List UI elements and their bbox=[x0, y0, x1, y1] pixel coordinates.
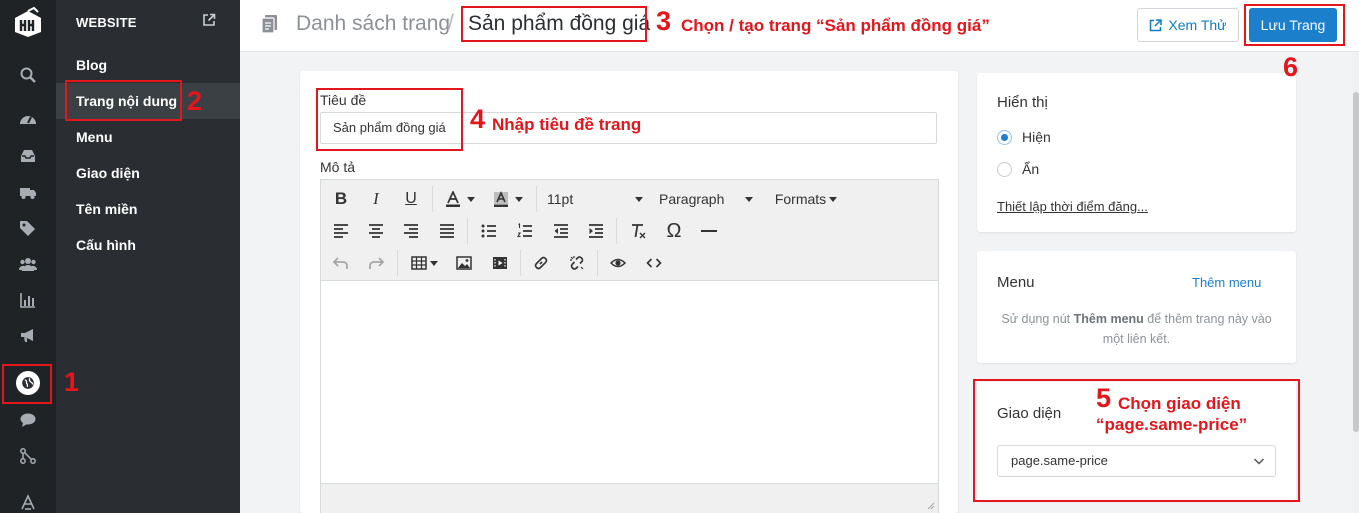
numbered-list-icon[interactable] bbox=[513, 218, 537, 244]
image-icon[interactable] bbox=[452, 250, 476, 276]
annotation-number-4: 4 bbox=[470, 104, 486, 134]
annotation-number-5: 5 bbox=[1096, 383, 1112, 413]
annotation-box-4 bbox=[316, 88, 463, 151]
megaphone-icon[interactable] bbox=[15, 323, 41, 347]
annotation-number-1: 1 bbox=[64, 367, 80, 397]
inbox-icon[interactable] bbox=[15, 144, 41, 168]
block-format-select[interactable]: Paragraph bbox=[659, 186, 753, 212]
radio-hide-label[interactable]: Ẩn bbox=[1022, 161, 1039, 177]
clear-formatting-icon[interactable] bbox=[626, 218, 650, 244]
horizontal-rule-icon[interactable] bbox=[697, 218, 721, 244]
annotation-box-2 bbox=[65, 80, 182, 121]
link-icon[interactable] bbox=[529, 250, 553, 276]
sidebar-item-settings[interactable]: Cấu hình bbox=[56, 227, 240, 263]
sidebar-item-blog[interactable]: Blog bbox=[56, 47, 240, 83]
annotation-text-3: Chọn / tạo trang “Sản phẩm đồng giá” bbox=[681, 16, 990, 35]
scrollbar-thumb[interactable] bbox=[1353, 92, 1359, 432]
sidebar-item-domains[interactable]: Tên miền bbox=[56, 191, 240, 227]
underline-button[interactable]: U bbox=[399, 186, 423, 212]
editor-content-area[interactable] bbox=[321, 281, 938, 483]
annotation-number-6: 6 bbox=[1283, 52, 1299, 82]
app-icon[interactable] bbox=[15, 490, 41, 513]
background-color-button[interactable] bbox=[487, 186, 529, 212]
outdent-icon[interactable] bbox=[549, 218, 573, 244]
chart-icon[interactable] bbox=[15, 288, 41, 312]
tags-icon[interactable] bbox=[15, 216, 41, 240]
description-label: Mô tả bbox=[320, 159, 356, 175]
menu-hint-bold: Thêm menu bbox=[1073, 312, 1144, 326]
breadcrumb-pages-list[interactable]: Danh sách trang bbox=[296, 12, 450, 36]
sidebar-item-themes[interactable]: Giao diện bbox=[56, 155, 240, 191]
breadcrumb-separator: / bbox=[448, 11, 454, 34]
align-center-icon[interactable] bbox=[364, 218, 388, 244]
font-size-select[interactable]: 11pt bbox=[547, 186, 643, 212]
visibility-card: Hiển thị Hiện Ẩn Thiết lập thời điểm đăn… bbox=[977, 73, 1296, 232]
add-menu-link[interactable]: Thêm menu bbox=[1192, 275, 1261, 290]
formats-menu[interactable]: Formats bbox=[771, 186, 841, 212]
bullet-list-icon[interactable] bbox=[477, 218, 501, 244]
undo-icon[interactable] bbox=[329, 250, 353, 276]
annotation-text-5-line2: “page.same-price” bbox=[1096, 415, 1248, 434]
annotation-box-6 bbox=[1244, 4, 1345, 46]
pages-icon bbox=[260, 14, 280, 34]
annotation-number-3: 3 bbox=[656, 6, 672, 36]
truck-icon[interactable] bbox=[15, 180, 41, 204]
icon-rail bbox=[0, 0, 56, 513]
editor-statusbar bbox=[321, 483, 938, 513]
share-icon[interactable] bbox=[15, 444, 41, 468]
highlight-icon bbox=[494, 191, 508, 207]
menu-title: Menu bbox=[997, 274, 1035, 291]
italic-button[interactable]: I bbox=[364, 186, 388, 212]
resize-handle-icon[interactable] bbox=[927, 502, 935, 510]
bold-button[interactable]: B bbox=[329, 186, 353, 212]
annotation-box-1 bbox=[2, 364, 52, 404]
radio-show-label[interactable]: Hiện bbox=[1022, 129, 1051, 145]
chat-icon[interactable] bbox=[15, 408, 41, 432]
text-color-icon bbox=[446, 191, 460, 207]
dashboard-icon[interactable] bbox=[15, 108, 41, 132]
logo-icon[interactable] bbox=[11, 6, 45, 40]
annotation-text-4: Nhập tiêu đề trang bbox=[492, 115, 642, 134]
video-icon[interactable] bbox=[488, 250, 512, 276]
page-scrollbar[interactable] bbox=[1353, 52, 1359, 513]
menu-hint-prefix: Sử dụng nút bbox=[1001, 312, 1071, 326]
text-color-button[interactable] bbox=[439, 186, 481, 212]
radio-show[interactable] bbox=[997, 130, 1012, 145]
align-left-icon[interactable] bbox=[329, 218, 353, 244]
indent-icon[interactable] bbox=[584, 218, 608, 244]
menu-hint: Sử dụng nút Thêm menu để thêm trang này … bbox=[997, 309, 1276, 349]
special-character-icon[interactable]: Ω bbox=[662, 218, 686, 244]
preview-button[interactable]: Xem Thử bbox=[1137, 8, 1239, 42]
unlink-icon[interactable] bbox=[565, 250, 589, 276]
sidebar-item-menu[interactable]: Menu bbox=[56, 119, 240, 155]
visibility-title: Hiển thị bbox=[997, 94, 1048, 111]
search-icon[interactable] bbox=[15, 63, 41, 87]
radio-hide[interactable] bbox=[997, 162, 1012, 177]
sidebar-section-title: WEBSITE bbox=[76, 15, 137, 30]
external-link-icon[interactable] bbox=[202, 13, 216, 27]
annotation-text-5-line1: Chọn giao diện bbox=[1118, 394, 1241, 413]
annotation-number-2: 2 bbox=[187, 86, 203, 116]
source-code-icon[interactable] bbox=[642, 250, 666, 276]
table-icon[interactable] bbox=[405, 250, 443, 276]
block-format-value: Paragraph bbox=[659, 191, 725, 207]
preview-eye-icon[interactable] bbox=[606, 250, 630, 276]
menu-card: Menu Thêm menu Sử dụng nút Thêm menu để … bbox=[977, 251, 1296, 363]
website-sidebar: WEBSITE Blog Trang nội dung Menu Giao di… bbox=[56, 0, 240, 513]
editor-toolbar: B I U 11pt Paragraph Formats Ω bbox=[321, 180, 938, 281]
align-justify-icon[interactable] bbox=[435, 218, 459, 244]
rich-text-editor: B I U 11pt Paragraph Formats Ω bbox=[320, 179, 939, 513]
formats-label: Formats bbox=[774, 191, 827, 207]
align-right-icon[interactable] bbox=[399, 218, 423, 244]
schedule-publish-link[interactable]: Thiết lập thời điểm đăng... bbox=[997, 199, 1148, 214]
redo-icon[interactable] bbox=[364, 250, 388, 276]
preview-button-label: Xem Thử bbox=[1168, 17, 1227, 33]
annotation-box-3 bbox=[461, 6, 647, 42]
external-link-icon bbox=[1150, 18, 1163, 31]
font-size-value: 11pt bbox=[547, 191, 574, 207]
users-icon[interactable] bbox=[15, 252, 41, 276]
